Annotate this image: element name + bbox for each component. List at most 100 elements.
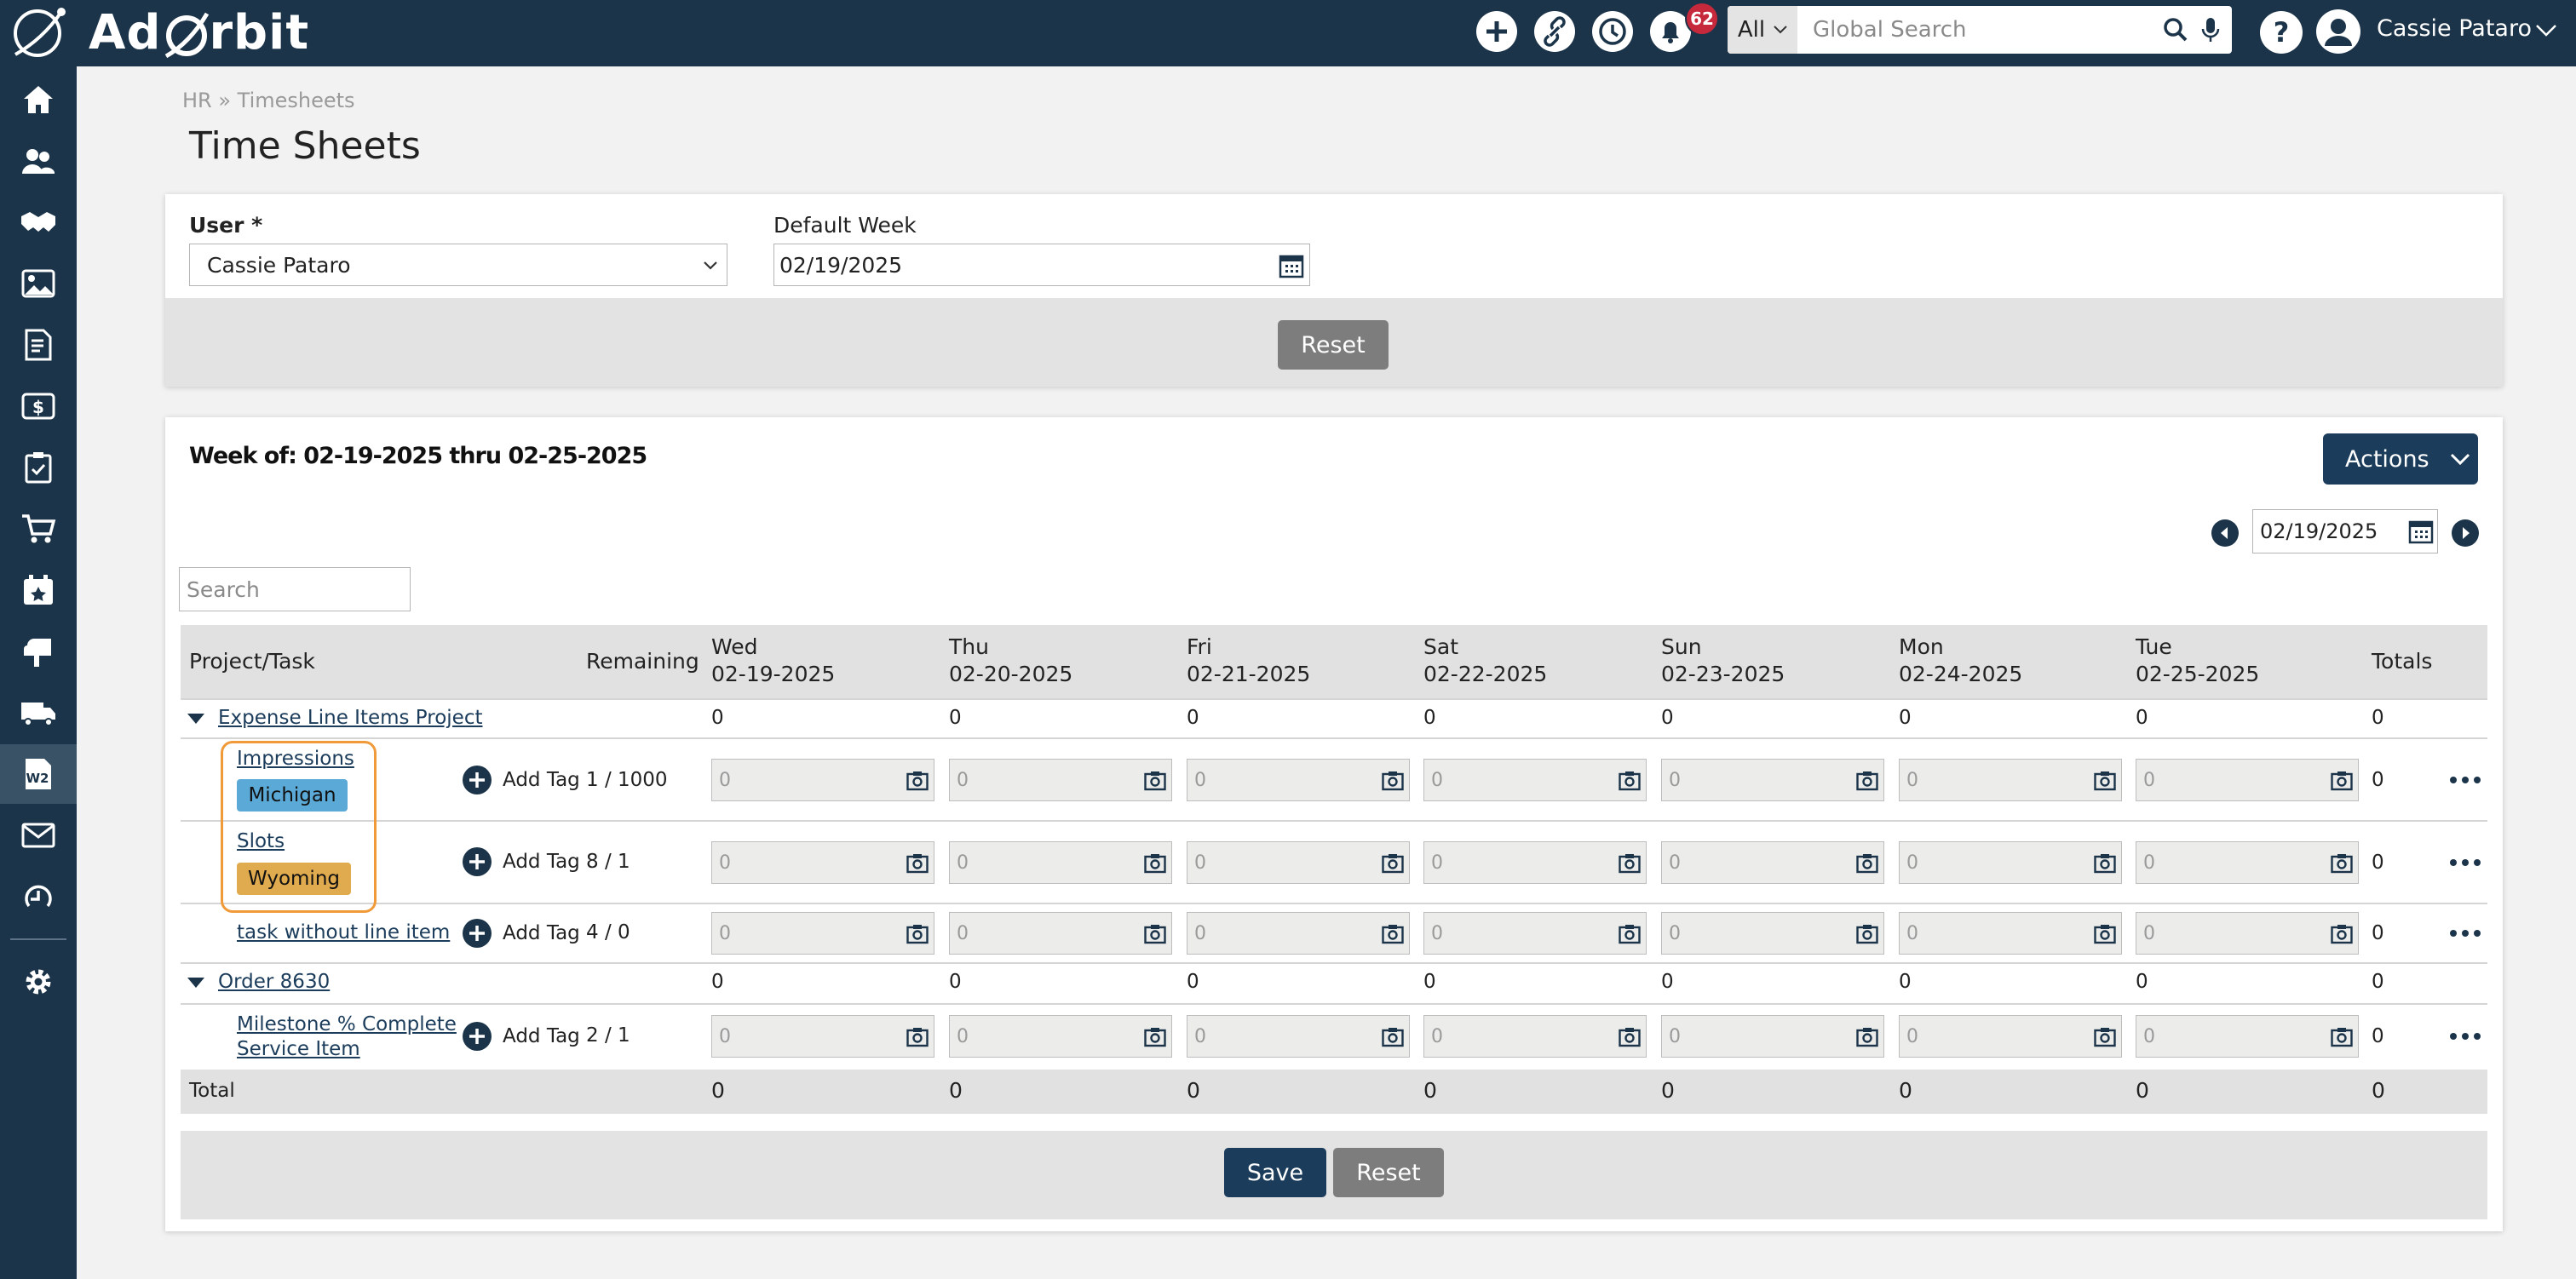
calendar-star-icon[interactable] — [0, 560, 77, 620]
note-camera-icon[interactable] — [2094, 924, 2116, 949]
task-link[interactable]: task without line item — [237, 921, 450, 943]
column-day-0[interactable]: Wed 02-19-2025 — [711, 634, 835, 688]
add-tag-button[interactable]: Add Tag — [462, 846, 580, 877]
note-camera-icon[interactable] — [1144, 771, 1166, 796]
project-link[interactable]: Expense Line Items Project — [218, 707, 483, 729]
add-tag-button[interactable]: Add Tag — [462, 918, 580, 949]
note-camera-icon[interactable] — [1144, 853, 1166, 879]
project-link[interactable]: Order 8630 — [218, 971, 330, 993]
home-icon[interactable] — [0, 70, 77, 129]
history-icon[interactable] — [1591, 10, 1634, 53]
hours-input[interactable]: 0 — [1899, 1015, 2122, 1058]
column-totals[interactable]: Totals — [2372, 648, 2432, 675]
note-camera-icon[interactable] — [906, 771, 929, 796]
filter-reset-button[interactable]: Reset — [1278, 320, 1389, 370]
hours-input[interactable]: 0 — [711, 841, 934, 884]
add-tag-button[interactable]: Add Tag — [462, 1021, 580, 1052]
note-camera-icon[interactable] — [1382, 853, 1404, 879]
user-avatar-icon[interactable] — [2315, 9, 2361, 54]
link-icon[interactable] — [1533, 10, 1576, 53]
next-week-icon[interactable] — [2451, 519, 2480, 548]
note-camera-icon[interactable] — [2331, 853, 2353, 879]
hours-input[interactable]: 0 — [1187, 841, 1410, 884]
hours-input[interactable]: 0 — [1661, 841, 1884, 884]
calendar-icon[interactable] — [1279, 253, 1304, 278]
week-date-input[interactable]: 02/19/2025 — [2252, 509, 2438, 553]
images-icon[interactable] — [0, 254, 77, 313]
hours-input[interactable]: 0 — [1423, 912, 1647, 955]
invoice-icon[interactable] — [0, 315, 77, 375]
envelope-icon[interactable] — [0, 806, 77, 865]
collapse-caret-icon[interactable] — [187, 714, 204, 724]
dollar-exchange-icon[interactable]: $ — [0, 376, 77, 436]
brand-logo[interactable]: Ad rbit — [89, 2, 309, 63]
row-menu-icon[interactable] — [2450, 1033, 2481, 1040]
note-camera-icon[interactable] — [1619, 853, 1641, 879]
note-camera-icon[interactable] — [1856, 1027, 1878, 1052]
hours-input[interactable]: 0 — [949, 1015, 1172, 1058]
search-scope-select[interactable]: All — [1728, 6, 1797, 54]
microphone-icon[interactable] — [2201, 16, 2220, 43]
hours-input[interactable]: 0 — [949, 912, 1172, 955]
search-icon[interactable] — [2162, 16, 2189, 43]
circle-arrow-icon[interactable] — [0, 867, 77, 926]
note-camera-icon[interactable] — [2094, 853, 2116, 879]
breadcrumb[interactable]: HR » Timesheets — [182, 89, 355, 112]
column-day-1[interactable]: Thu 02-20-2025 — [949, 634, 1072, 688]
hours-input[interactable]: 0 — [1661, 1015, 1884, 1058]
hours-input[interactable]: 0 — [2136, 1015, 2359, 1058]
note-camera-icon[interactable] — [1382, 771, 1404, 796]
note-camera-icon[interactable] — [906, 853, 929, 879]
column-day-2[interactable]: Fri 02-21-2025 — [1187, 634, 1310, 688]
hours-input[interactable]: 0 — [2136, 759, 2359, 801]
hours-input[interactable]: 0 — [1899, 912, 2122, 955]
column-day-4[interactable]: Sun 02-23-2025 — [1661, 634, 1785, 688]
default-week-input[interactable]: 02/19/2025 — [773, 244, 1310, 286]
column-day-6[interactable]: Tue 02-25-2025 — [2136, 634, 2259, 688]
note-camera-icon[interactable] — [1144, 1027, 1166, 1052]
note-camera-icon[interactable] — [1856, 924, 1878, 949]
task-link[interactable]: Milestone % Complete Service Item — [237, 1012, 457, 1062]
table-search-input[interactable]: Search — [179, 567, 411, 611]
global-search-input[interactable] — [1797, 6, 2162, 54]
note-camera-icon[interactable] — [2331, 924, 2353, 949]
previous-week-icon[interactable] — [2211, 519, 2240, 548]
hours-input[interactable]: 0 — [949, 759, 1172, 801]
hours-input[interactable]: 0 — [1187, 912, 1410, 955]
hours-input[interactable]: 0 — [1423, 759, 1647, 801]
row-menu-icon[interactable] — [2450, 930, 2481, 937]
hours-input[interactable]: 0 — [1899, 841, 2122, 884]
hours-input[interactable]: 0 — [1899, 759, 2122, 801]
hours-input[interactable]: 0 — [1187, 759, 1410, 801]
note-camera-icon[interactable] — [2094, 1027, 2116, 1052]
actions-dropdown-button[interactable]: Actions — [2323, 433, 2478, 485]
note-camera-icon[interactable] — [1856, 853, 1878, 879]
note-camera-icon[interactable] — [906, 924, 929, 949]
calendar-icon[interactable] — [2408, 519, 2434, 544]
add-icon[interactable] — [1475, 10, 1518, 53]
orbit-logo-icon[interactable] — [9, 5, 68, 61]
hours-input[interactable]: 0 — [1187, 1015, 1410, 1058]
note-camera-icon[interactable] — [2331, 771, 2353, 796]
row-menu-icon[interactable] — [2450, 859, 2481, 866]
hours-input[interactable]: 0 — [1661, 912, 1884, 955]
row-menu-icon[interactable] — [2450, 777, 2481, 783]
user-name[interactable]: Cassie Pataro — [2377, 15, 2532, 42]
save-button[interactable]: Save — [1224, 1148, 1326, 1197]
handshake-icon[interactable] — [0, 192, 77, 252]
note-camera-icon[interactable] — [2094, 771, 2116, 796]
mailbox-icon[interactable] — [0, 622, 77, 681]
note-camera-icon[interactable] — [1382, 1027, 1404, 1052]
notifications-count-badge[interactable]: 62 — [1685, 2, 1719, 36]
contacts-icon[interactable] — [0, 131, 77, 191]
hours-input[interactable]: 0 — [711, 1015, 934, 1058]
reset-button[interactable]: Reset — [1333, 1148, 1444, 1197]
column-day-5[interactable]: Mon 02-24-2025 — [1899, 634, 2022, 688]
hours-input[interactable]: 0 — [949, 841, 1172, 884]
note-camera-icon[interactable] — [1619, 771, 1641, 796]
note-camera-icon[interactable] — [1382, 924, 1404, 949]
column-day-3[interactable]: Sat 02-22-2025 — [1423, 634, 1547, 688]
hours-input[interactable]: 0 — [2136, 912, 2359, 955]
note-camera-icon[interactable] — [1619, 1027, 1641, 1052]
help-icon[interactable]: ? — [2259, 10, 2303, 54]
